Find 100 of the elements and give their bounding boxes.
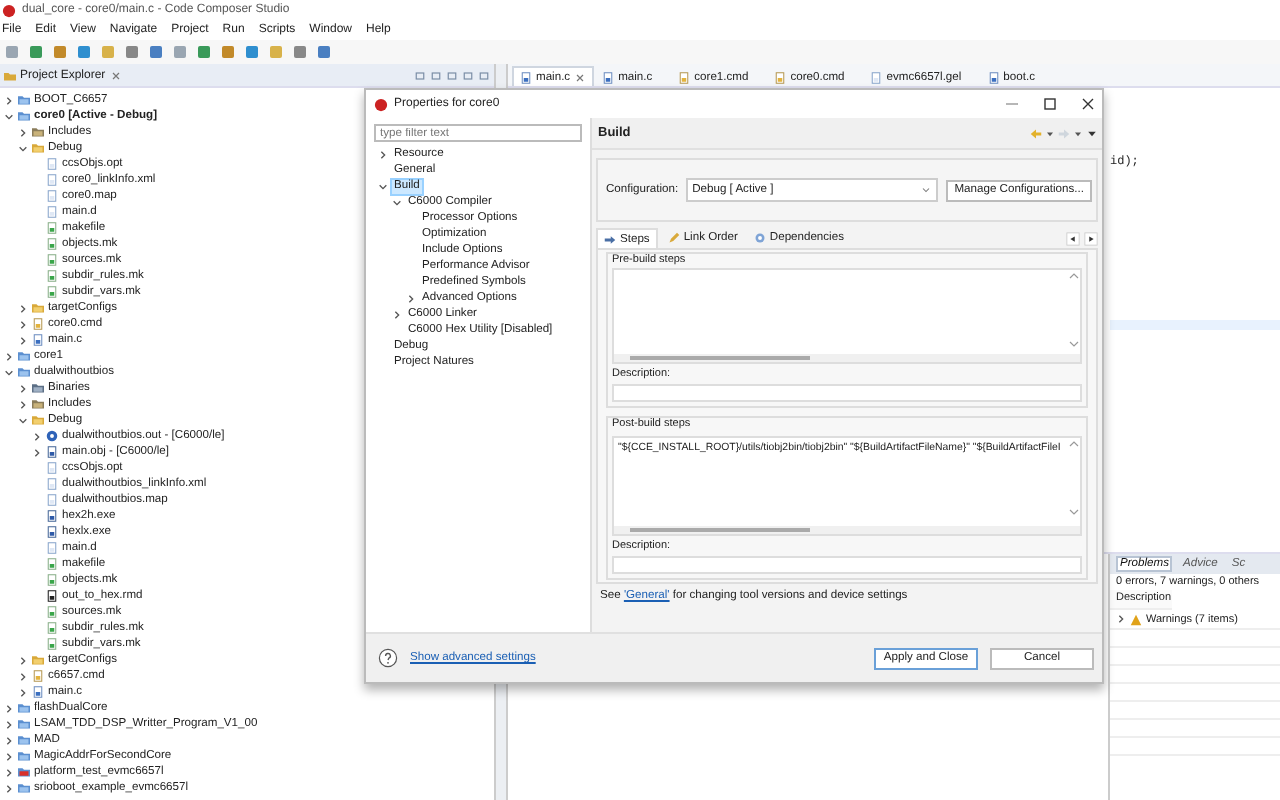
document-icon	[32, 334, 44, 346]
document-icon	[870, 71, 883, 83]
project-folder-icon	[18, 766, 30, 778]
chevron-icon[interactable]	[18, 303, 28, 313]
pencil-icon	[667, 232, 680, 244]
scrollbar[interactable]	[1068, 270, 1080, 350]
document-icon	[46, 638, 58, 650]
dependencies-icon	[753, 232, 766, 244]
document-icon	[987, 71, 1000, 83]
document-icon	[46, 462, 58, 474]
folder-icon	[32, 414, 44, 426]
chevron-icon[interactable]	[32, 447, 42, 457]
document-icon	[46, 494, 58, 506]
document-icon	[46, 158, 58, 170]
folder-icon	[32, 302, 44, 314]
chevron-icon[interactable]	[406, 293, 416, 303]
document-icon	[46, 606, 58, 618]
folder-icon	[32, 382, 44, 394]
folder-icon	[32, 654, 44, 666]
chevron-icon[interactable]	[32, 431, 42, 441]
document-icon	[678, 71, 691, 83]
chevron-icon[interactable]	[18, 127, 28, 137]
scroll-left-icon[interactable]	[1066, 231, 1080, 245]
disc-icon	[46, 430, 58, 442]
chevron-icon[interactable]	[18, 687, 28, 697]
chevron-icon[interactable]	[4, 719, 14, 729]
chevron-icon[interactable]	[18, 143, 28, 153]
document-icon	[46, 206, 58, 218]
project-folder-icon	[18, 782, 30, 794]
document-icon	[46, 446, 58, 458]
chevron-icon[interactable]	[4, 367, 14, 377]
chevron-icon[interactable]	[18, 399, 28, 409]
folder-icon	[32, 398, 44, 410]
help-icon[interactable]	[378, 648, 398, 668]
chevron-icon[interactable]	[1116, 614, 1126, 624]
folder-icon	[32, 142, 44, 154]
project-folder-icon	[18, 718, 30, 730]
project-folder-icon	[18, 702, 30, 714]
document-icon	[602, 71, 615, 83]
chevron-icon[interactable]	[18, 655, 28, 665]
document-icon	[774, 71, 787, 83]
document-icon	[32, 670, 44, 682]
document-icon	[46, 254, 58, 266]
project-folder-icon	[18, 750, 30, 762]
document-icon	[46, 478, 58, 490]
document-icon	[46, 286, 58, 298]
chevron-icon[interactable]	[4, 735, 14, 745]
chevron-icon[interactable]	[18, 319, 28, 329]
caret-icon[interactable]	[1072, 127, 1084, 139]
chevron-icon[interactable]	[4, 751, 14, 761]
project-folder-icon	[18, 350, 30, 362]
description-field[interactable]	[612, 556, 1082, 574]
chevron-icon[interactable]	[378, 181, 388, 191]
document-icon	[46, 542, 58, 554]
chevron-icon[interactable]	[392, 197, 402, 207]
description-field[interactable]	[612, 384, 1082, 402]
project-folder-icon	[18, 366, 30, 378]
document-icon	[520, 71, 532, 83]
document-icon	[32, 318, 44, 330]
document-icon	[46, 622, 58, 634]
document-icon	[46, 174, 58, 186]
scrollbar[interactable]	[614, 354, 1080, 362]
caret-icon	[920, 184, 933, 196]
command-field[interactable]	[612, 268, 1082, 364]
document-icon	[46, 574, 58, 586]
chevron-icon[interactable]	[18, 415, 28, 425]
document-icon	[46, 526, 58, 538]
scrollbar[interactable]	[1068, 438, 1080, 518]
chevron-icon[interactable]	[4, 351, 14, 361]
document-icon	[46, 190, 58, 202]
project-folder-icon	[18, 94, 30, 106]
document-icon	[46, 590, 58, 602]
project-folder-icon	[18, 110, 30, 122]
caret-icon[interactable]	[1044, 127, 1056, 139]
document-icon	[46, 270, 58, 282]
document-icon	[46, 222, 58, 234]
chevron-icon[interactable]	[378, 149, 388, 159]
chevron-icon[interactable]	[4, 767, 14, 777]
chevron-icon[interactable]	[392, 309, 402, 319]
project-folder-icon	[18, 734, 30, 746]
chevron-icon[interactable]	[18, 335, 28, 345]
close-icon[interactable]	[1078, 94, 1098, 114]
document-icon	[46, 238, 58, 250]
scroll-right-icon[interactable]	[1084, 231, 1098, 245]
chevron-icon[interactable]	[4, 703, 14, 713]
chevron-icon[interactable]	[4, 111, 14, 121]
scrollbar[interactable]	[614, 526, 1080, 534]
folder-icon	[32, 126, 44, 138]
document-icon	[46, 558, 58, 570]
document-icon	[32, 686, 44, 698]
folder-icon	[4, 69, 16, 81]
steps-icon	[604, 233, 616, 245]
app-icon	[2, 3, 16, 17]
chevron-icon[interactable]	[18, 383, 28, 393]
chevron-icon[interactable]	[4, 95, 14, 105]
chevron-icon[interactable]	[18, 671, 28, 681]
maximize-icon[interactable]	[1040, 94, 1060, 114]
view-menu-icon[interactable]	[1086, 127, 1098, 139]
document-icon	[46, 510, 58, 522]
chevron-icon[interactable]	[4, 783, 14, 793]
